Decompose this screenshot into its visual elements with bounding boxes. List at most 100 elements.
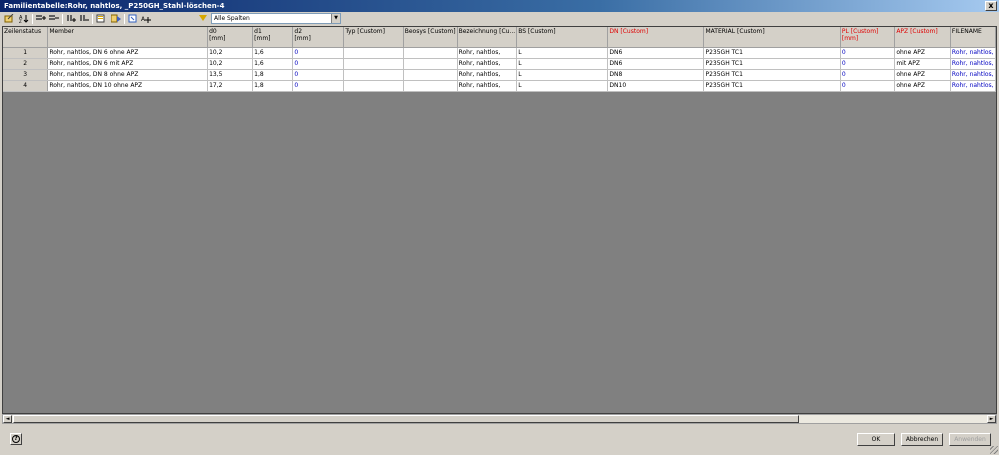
row-number-cell[interactable]: 1 (3, 47, 49, 59)
table-cell[interactable]: 0 (840, 47, 896, 59)
row-number-cell[interactable]: 4 (3, 80, 49, 92)
table-cell[interactable]: Rohr, nahtlos, DN 10 ohne APZ (47, 80, 209, 92)
table-cell[interactable]: P235GH TC1 (703, 58, 841, 70)
table-cell[interactable]: 10,2 (207, 47, 254, 59)
table-row[interactable]: 4 Rohr, nahtlos, DN 10 ohne APZ 17,2 1,8 0 Ro… (3, 80, 996, 92)
table-cell[interactable]: L (516, 47, 609, 59)
table-cell[interactable]: DN6 (607, 58, 705, 70)
insert-column-icon[interactable] (65, 13, 77, 24)
delete-row-icon[interactable] (48, 13, 60, 24)
table-cell[interactable] (343, 58, 404, 70)
table-cell[interactable]: L (516, 69, 609, 81)
export-icon[interactable] (110, 13, 122, 24)
column-header[interactable]: d0 [mm] (207, 27, 254, 48)
ok-button[interactable]: OK (857, 433, 895, 446)
table-cell[interactable]: Rohr, nahtlos, (457, 80, 518, 92)
column-header[interactable]: Member (47, 27, 209, 48)
column-header[interactable]: MATERIAL [Custom] (703, 27, 841, 48)
table-cell[interactable]: P235GH TC1 (703, 80, 841, 92)
table-cell[interactable] (343, 69, 404, 81)
scroll-left-button[interactable]: ◄ (3, 415, 12, 423)
row-number-cell[interactable]: 3 (3, 69, 49, 81)
table-cell[interactable]: Rohr, nahtlos, (950, 69, 996, 81)
apply-button[interactable]: Anwenden (949, 433, 991, 446)
edit-icon[interactable] (3, 13, 15, 24)
table-cell[interactable]: 0 (840, 69, 896, 81)
sort-icon[interactable]: AZ (18, 13, 30, 24)
table-cell[interactable]: Rohr, nahtlos, (457, 47, 518, 59)
column-header[interactable]: Bezeichnung [Cu... (457, 27, 518, 48)
table-cell[interactable]: P235GH TC1 (703, 47, 841, 59)
table-cell[interactable]: 10,2 (207, 58, 254, 70)
table-cell[interactable]: mit APZ (894, 58, 951, 70)
table-cell[interactable]: P235GH TC1 (703, 69, 841, 81)
insert-row-icon[interactable] (35, 13, 47, 24)
table-cell[interactable]: Rohr, nahtlos, DN 8 ohne APZ (47, 69, 209, 81)
table-cell[interactable] (403, 47, 458, 59)
column-header[interactable]: Typ [Custom] (343, 27, 404, 48)
table-cell[interactable]: 1,6 (252, 47, 294, 59)
table-cell[interactable]: Rohr, nahtlos, (950, 58, 996, 70)
table-cell[interactable]: 1,8 (252, 80, 294, 92)
column-header[interactable]: d2 [mm] (292, 27, 345, 48)
table-cell[interactable]: 0 (840, 58, 896, 70)
table-cell[interactable]: 17,2 (207, 80, 254, 92)
cancel-button[interactable]: Abbrechen (901, 433, 943, 446)
table-cell[interactable]: DN8 (607, 69, 705, 81)
table-cell[interactable] (343, 47, 404, 59)
table-cell[interactable]: Rohr, nahtlos, DN 6 ohne APZ (47, 47, 209, 59)
column-header[interactable]: d1 [mm] (252, 27, 294, 48)
column-header[interactable]: PL [Custom] [mm] (840, 27, 896, 48)
add-icon[interactable]: A (140, 13, 152, 24)
properties-icon[interactable] (95, 13, 107, 24)
table-cell[interactable]: Rohr, nahtlos, DN 6 mit APZ (47, 58, 209, 70)
column-header[interactable]: FILENAME (950, 27, 996, 48)
table-cell[interactable]: Rohr, nahtlos, (457, 69, 518, 81)
table-cell[interactable]: Rohr, nahtlos, (457, 58, 518, 70)
table-cell[interactable]: 0 (292, 80, 345, 92)
column-header[interactable]: Zeilenstatus (3, 27, 49, 48)
table-cell[interactable]: ohne APZ (894, 47, 951, 59)
family-table-grid[interactable]: Zeilenstatus Member d0 [mm] d1 [mm] d2 [mm] Typ … (2, 26, 997, 414)
refresh-icon[interactable] (127, 13, 139, 24)
table-row[interactable]: 2 Rohr, nahtlos, DN 6 mit APZ 10,2 1,6 0 Rohr… (3, 58, 996, 70)
scroll-thumb[interactable] (13, 415, 799, 423)
help-button[interactable]: ? (10, 433, 22, 445)
table-cell[interactable]: Rohr, nahtlos, (950, 47, 996, 59)
table-cell[interactable]: L (516, 80, 609, 92)
row-number-cell[interactable]: 2 (3, 58, 49, 70)
table-cell[interactable]: 0 (292, 58, 345, 70)
table-cell[interactable]: ohne APZ (894, 69, 951, 81)
table-cell[interactable]: 1,8 (252, 69, 294, 81)
table-cell[interactable] (403, 80, 458, 92)
table-cell[interactable]: DN10 (607, 80, 705, 92)
column-header-unit: [mm] (841, 35, 859, 42)
column-header[interactable]: DN [Custom] (607, 27, 705, 48)
table-cell[interactable] (403, 69, 458, 81)
table-cell[interactable]: ohne APZ (894, 80, 951, 92)
scroll-right-button[interactable]: ► (987, 415, 996, 423)
column-header-unit: [mm] (254, 35, 271, 42)
resize-grip[interactable] (990, 446, 998, 454)
table-row[interactable]: 1 Rohr, nahtlos, DN 6 ohne APZ 10,2 1,6 0 Roh… (3, 47, 996, 59)
horizontal-scrollbar[interactable]: ◄ ► (2, 414, 997, 424)
table-cell[interactable]: 0 (840, 80, 896, 92)
table-cell[interactable]: 1,6 (252, 58, 294, 70)
table-cell[interactable] (343, 80, 404, 92)
window-titlebar: Familientabelle:Rohr, nahtlos, _P250GH_S… (0, 0, 999, 12)
table-cell[interactable]: Rohr, nahtlos, (950, 80, 996, 92)
table-cell[interactable]: 0 (292, 69, 345, 81)
column-header[interactable]: APZ [Custom] (894, 27, 951, 48)
table-cell[interactable]: DN6 (607, 47, 705, 59)
table-cell[interactable]: 13,5 (207, 69, 254, 81)
column-header[interactable]: Beosys [Custom] (403, 27, 458, 48)
close-button[interactable]: x (985, 1, 997, 11)
chevron-down-icon[interactable]: ▼ (331, 14, 340, 23)
table-row[interactable]: 3 Rohr, nahtlos, DN 8 ohne APZ 13,5 1,8 0 Roh… (3, 69, 996, 81)
column-filter-select[interactable]: Alle Spalten ▼ (211, 13, 341, 24)
delete-column-icon[interactable] (78, 13, 90, 24)
column-header[interactable]: BS [Custom] (516, 27, 609, 48)
table-cell[interactable] (403, 58, 458, 70)
table-cell[interactable]: 0 (292, 47, 345, 59)
table-cell[interactable]: L (516, 58, 609, 70)
